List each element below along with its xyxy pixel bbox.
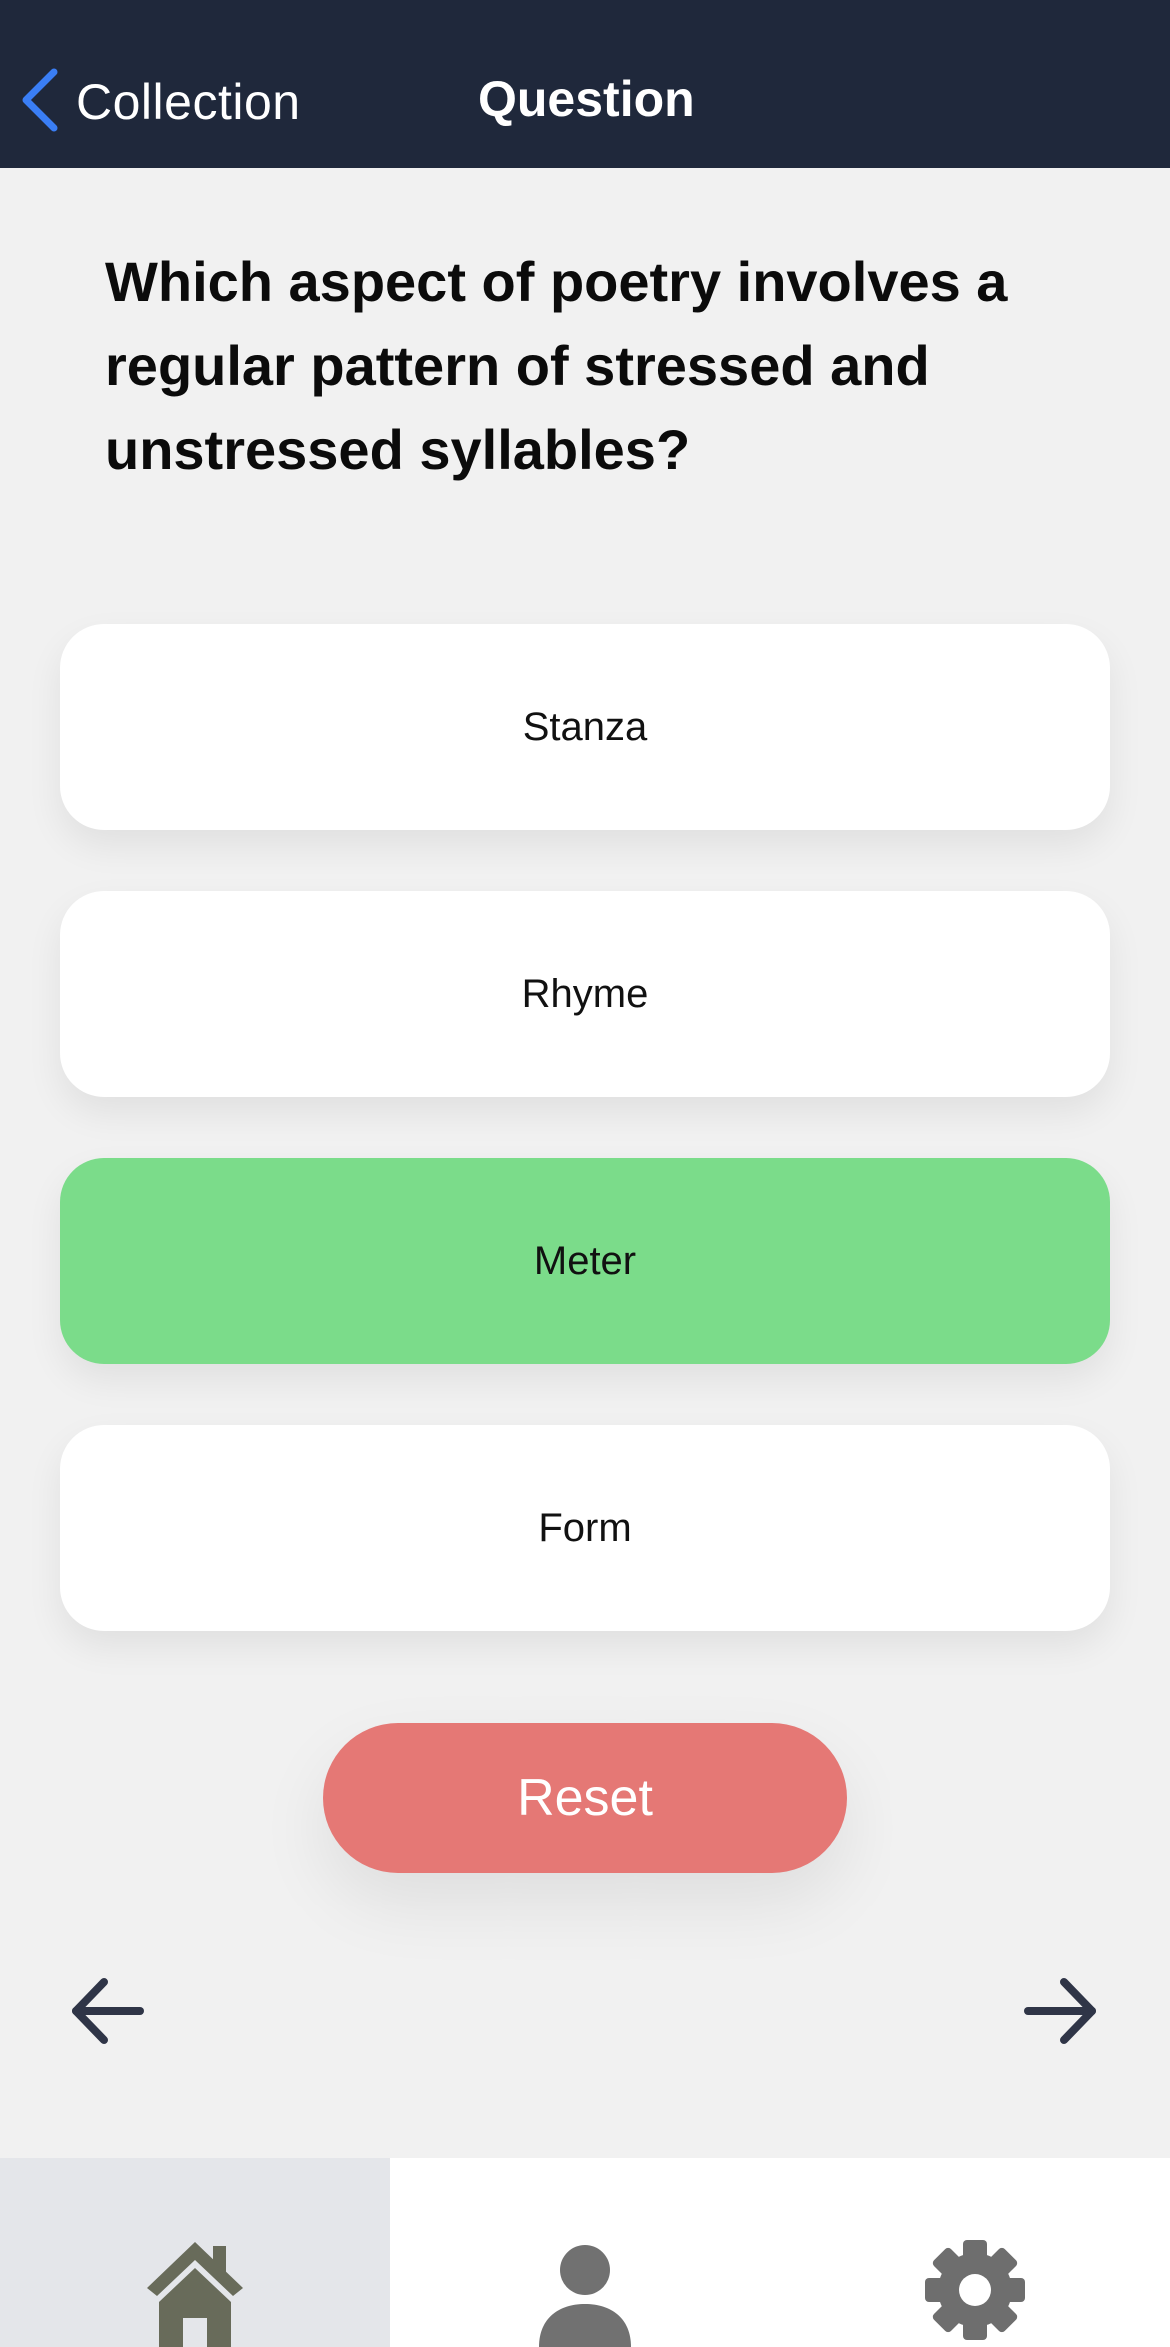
tab-profile[interactable] — [390, 2158, 780, 2347]
page-title: Question — [478, 71, 695, 127]
person-icon — [533, 2238, 637, 2347]
arrow-left-icon — [68, 1978, 148, 2050]
chevron-left-icon — [18, 68, 62, 137]
back-button[interactable]: Collection — [18, 66, 301, 138]
arrow-right-icon — [1020, 1978, 1100, 2050]
answer-option-form[interactable]: Form — [60, 1425, 1110, 1631]
answer-option-meter[interactable]: Meter — [60, 1158, 1110, 1364]
home-icon — [143, 2238, 247, 2347]
quiz-screen: Collection Question Which aspect of poet… — [0, 0, 1170, 2347]
reset-button[interactable]: Reset — [323, 1723, 847, 1873]
next-question-button[interactable] — [1020, 1976, 1100, 2046]
gear-icon — [923, 2238, 1027, 2347]
tab-home[interactable] — [0, 2158, 390, 2347]
back-label: Collection — [76, 74, 301, 130]
previous-question-button[interactable] — [68, 1976, 148, 2046]
answer-option-rhyme[interactable]: Rhyme — [60, 891, 1110, 1097]
question-text: Which aspect of poetry involves a regula… — [105, 250, 1008, 481]
answer-option-stanza[interactable]: Stanza — [60, 624, 1110, 830]
tab-bar — [0, 2158, 1170, 2347]
tab-settings[interactable] — [780, 2158, 1170, 2347]
navigation-bar: Collection Question — [0, 0, 1170, 168]
